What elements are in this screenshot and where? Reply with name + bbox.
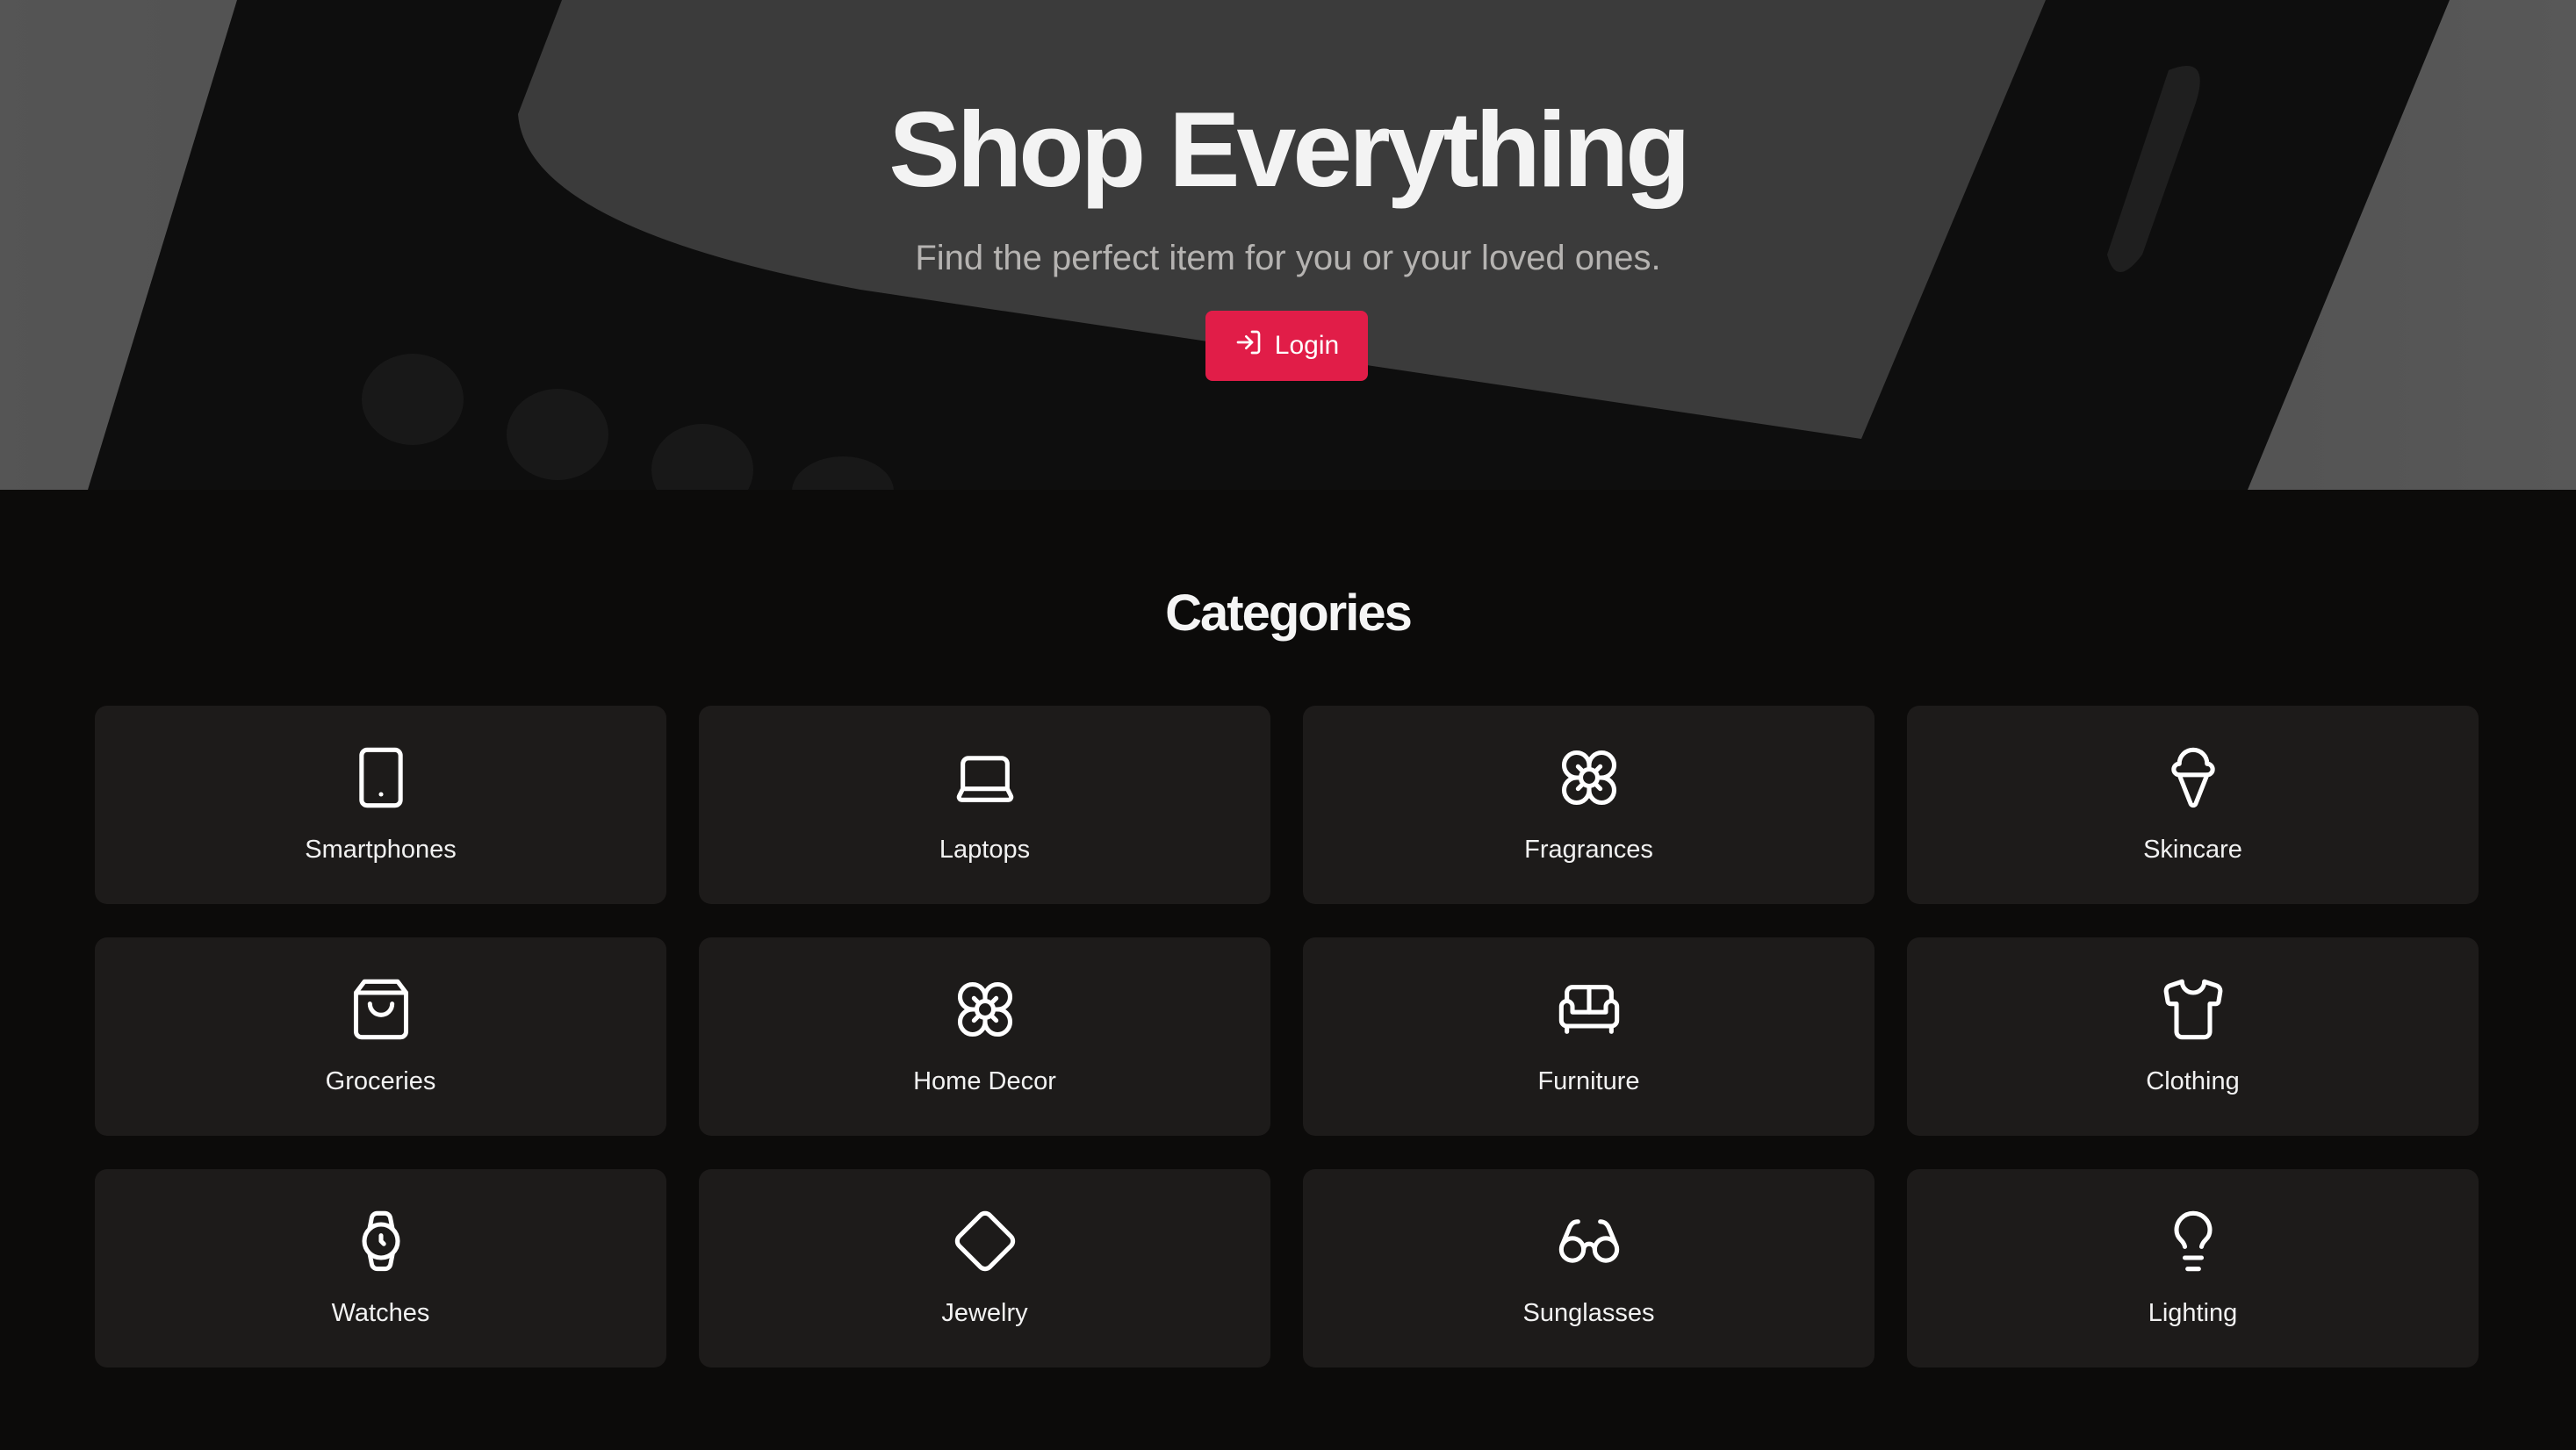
- category-label: Groceries: [325, 1067, 436, 1095]
- hero-subtitle: Find the perfect item for you or your lo…: [915, 239, 1661, 277]
- category-card-clothing[interactable]: Clothing: [1907, 937, 2479, 1136]
- category-label: Smartphones: [305, 836, 457, 864]
- categories-grid: Smartphones Laptops Fragrances Skincare: [95, 706, 2479, 1367]
- category-card-sunglasses[interactable]: Sunglasses: [1303, 1169, 1874, 1367]
- tablet-icon: [348, 744, 414, 811]
- category-label: Lighting: [2148, 1299, 2238, 1327]
- category-label: Home Decor: [913, 1067, 1056, 1095]
- flower-icon: [952, 976, 1018, 1043]
- shirt-icon: [2160, 976, 2227, 1043]
- category-card-furniture[interactable]: Furniture: [1303, 937, 1874, 1136]
- category-label: Laptops: [939, 836, 1031, 864]
- shopping-bag-icon: [348, 976, 414, 1043]
- category-card-watches[interactable]: Watches: [95, 1169, 666, 1367]
- diamond-icon: [952, 1208, 1018, 1274]
- category-label: Skincare: [2143, 836, 2242, 864]
- category-card-skincare[interactable]: Skincare: [1907, 706, 2479, 904]
- category-card-laptops[interactable]: Laptops: [699, 706, 1270, 904]
- category-label: Furniture: [1537, 1067, 1640, 1095]
- category-card-fragrances[interactable]: Fragrances: [1303, 706, 1874, 904]
- login-icon: [1234, 328, 1263, 363]
- ice-cream-icon: [2160, 744, 2227, 811]
- category-label: Sunglasses: [1522, 1299, 1655, 1327]
- hero-section: Shop Everything Find the perfect item fo…: [0, 0, 2576, 490]
- category-label: Fragrances: [1524, 836, 1653, 864]
- watch-icon: [348, 1208, 414, 1274]
- category-card-jewelry[interactable]: Jewelry: [699, 1169, 1270, 1367]
- flower-icon: [1556, 744, 1623, 811]
- category-label: Clothing: [2146, 1067, 2240, 1095]
- category-card-groceries[interactable]: Groceries: [95, 937, 666, 1136]
- categories-section: Categories Smartphones Laptops Fragrance…: [0, 490, 2576, 1450]
- login-label: Login: [1274, 331, 1340, 360]
- hero-title: Shop Everything: [889, 90, 1690, 209]
- laptop-icon: [952, 744, 1018, 811]
- glasses-icon: [1556, 1208, 1623, 1274]
- category-card-lighting[interactable]: Lighting: [1907, 1169, 2479, 1367]
- categories-heading: Categories: [1165, 585, 1413, 642]
- category-card-smartphones[interactable]: Smartphones: [95, 706, 666, 904]
- category-label: Watches: [331, 1299, 430, 1327]
- sofa-icon: [1556, 976, 1623, 1043]
- login-button[interactable]: Login: [1205, 311, 1368, 381]
- category-card-home-decor[interactable]: Home Decor: [699, 937, 1270, 1136]
- hero-content: Shop Everything Find the perfect item fo…: [0, 0, 2576, 490]
- lightbulb-icon: [2160, 1208, 2227, 1274]
- category-label: Jewelry: [941, 1299, 1028, 1327]
